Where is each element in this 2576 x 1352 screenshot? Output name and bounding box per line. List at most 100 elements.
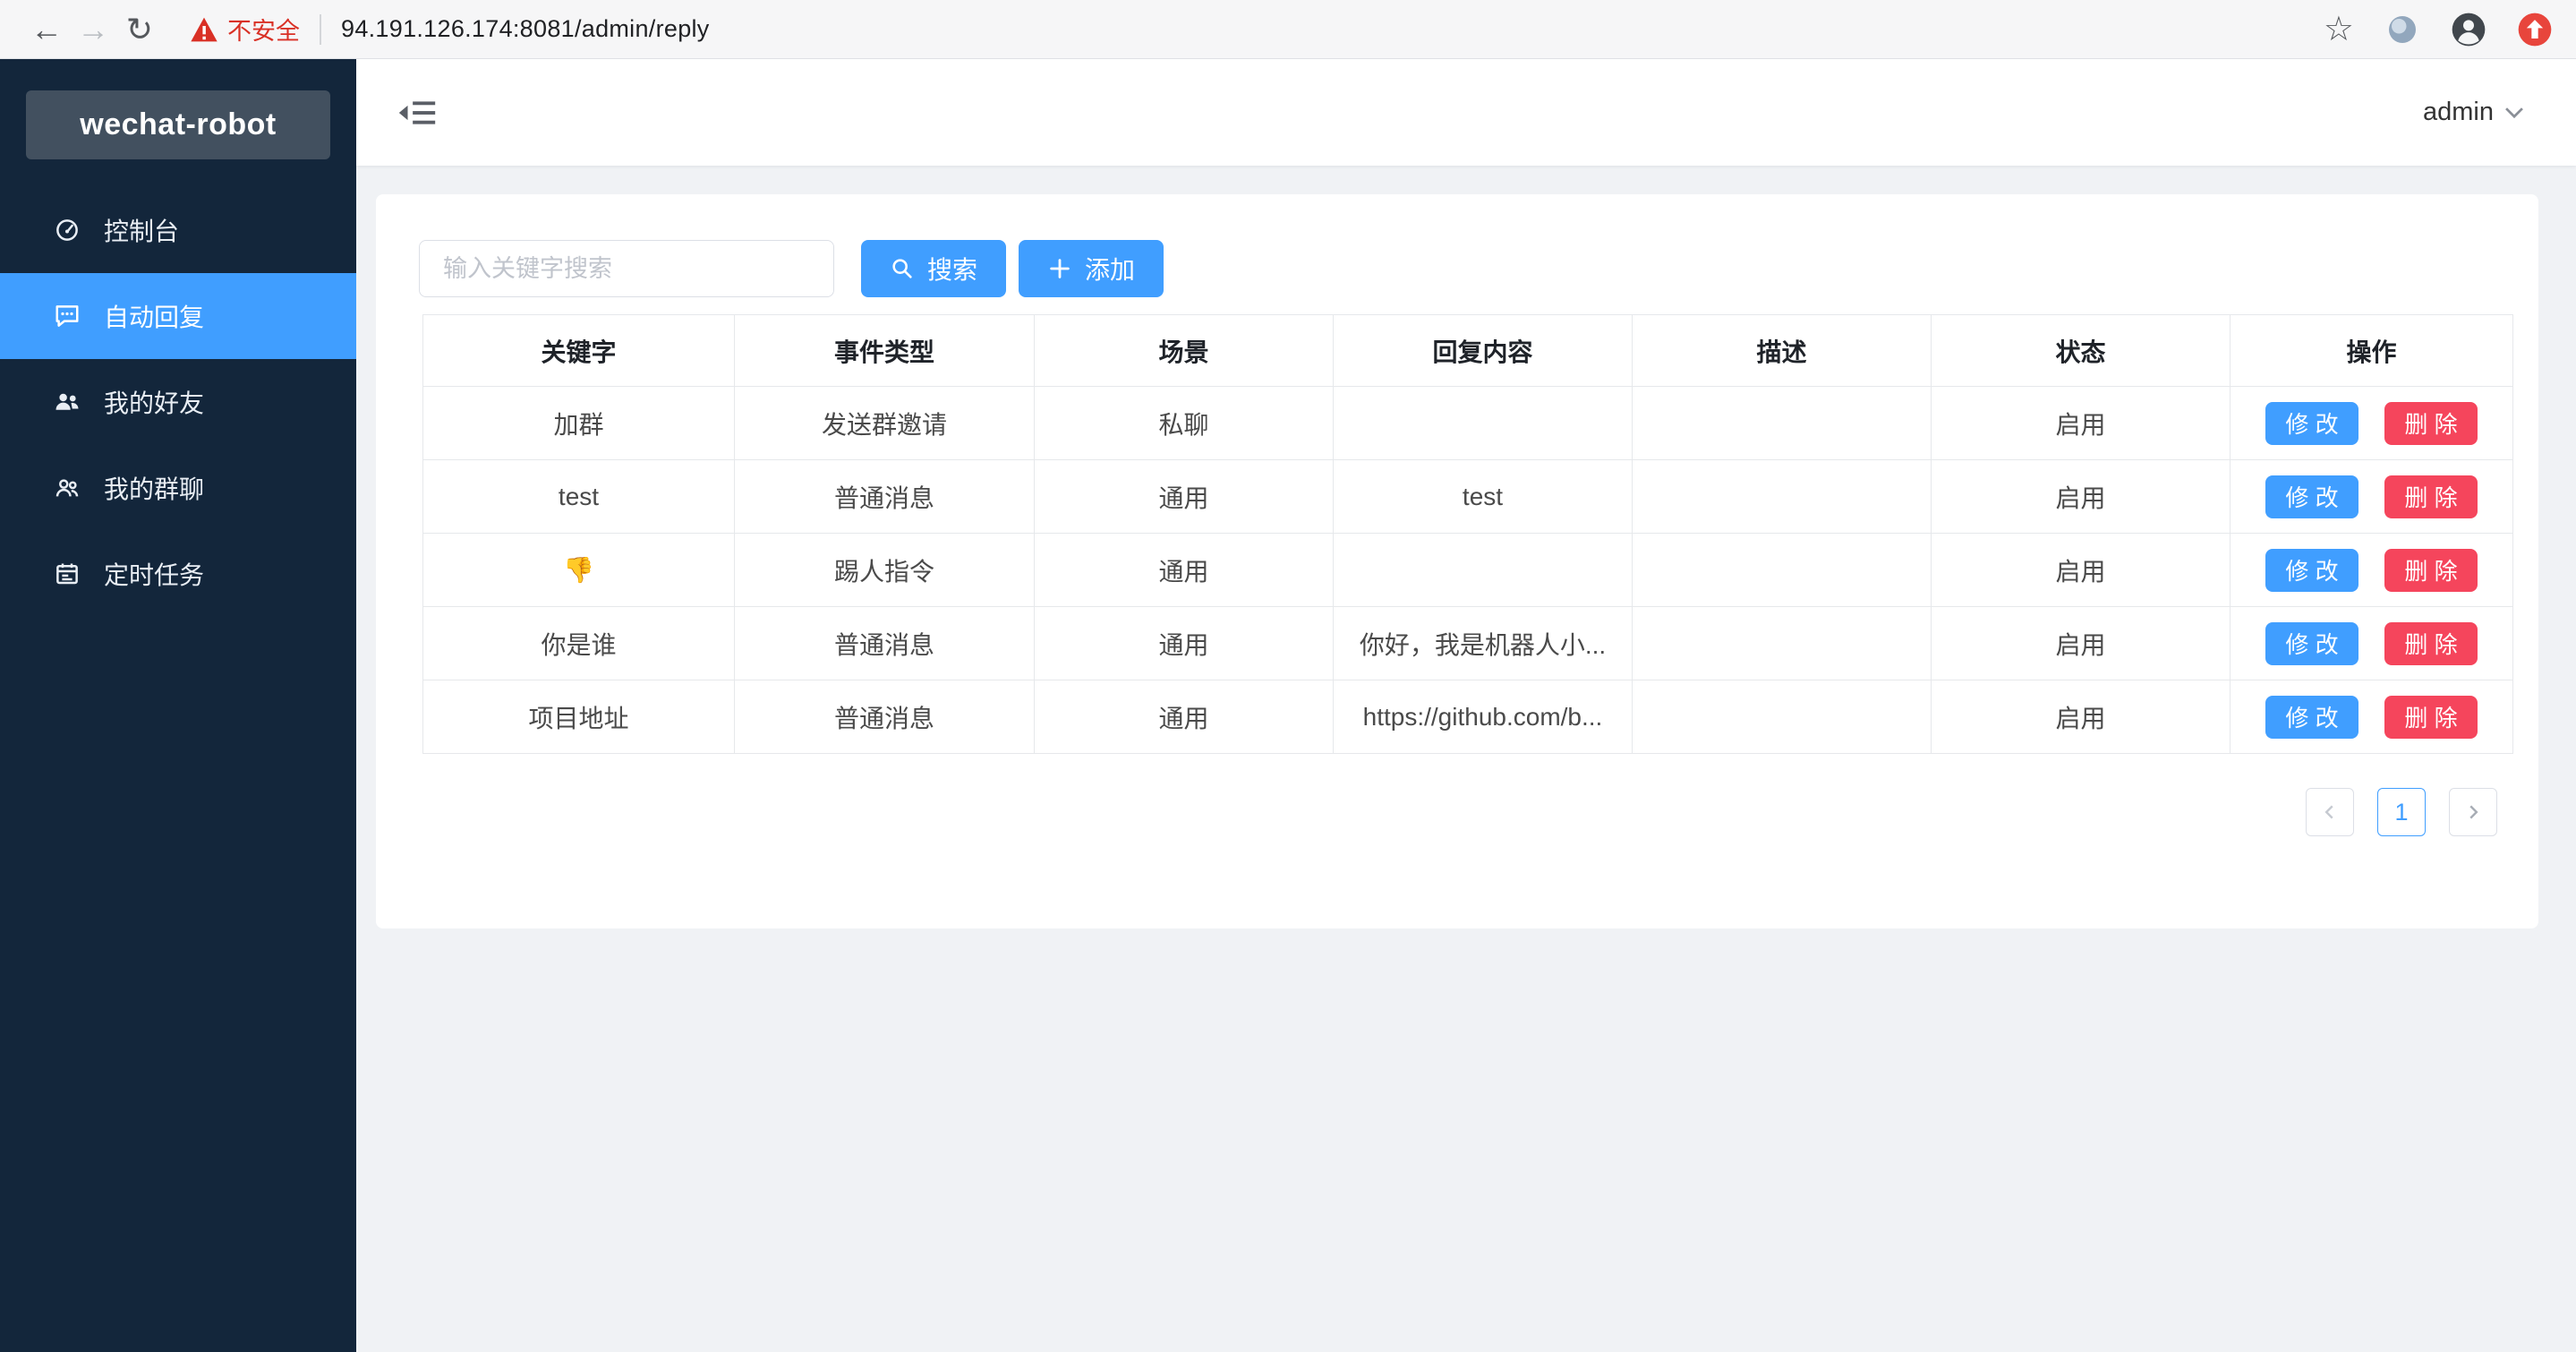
sidebar-item-dashboard[interactable]: 控制台 — [0, 187, 356, 273]
app-logo-text: wechat-robot — [80, 107, 276, 142]
cell-status: 启用 — [1932, 534, 2231, 607]
bookmark-star-icon[interactable]: ☆ — [2324, 13, 2354, 47]
cell-status: 启用 — [1932, 460, 2231, 534]
keyword-search-input[interactable] — [419, 240, 834, 297]
extension-icon[interactable] — [2384, 12, 2420, 47]
cell-keyword: test — [423, 460, 735, 534]
table-row: 👎 踢人指令 通用 启用 修 改 删 除 — [423, 534, 2513, 607]
column-header-keyword: 关键字 — [423, 315, 735, 387]
cell-reply: https://github.com/b... — [1334, 680, 1633, 754]
cell-event-type: 发送群邀请 — [735, 387, 1035, 460]
auto-reply-panel: 搜索 添加 关键字 事件类型 场景 回复内容 描述 状态 操作 — [376, 194, 2538, 928]
app-header: admin — [356, 59, 2576, 166]
cell-actions: 修 改 删 除 — [2231, 680, 2513, 754]
page-number-button[interactable]: 1 — [2377, 788, 2426, 836]
table-toolbar: 搜索 添加 — [376, 194, 2538, 297]
edit-button[interactable]: 修 改 — [2265, 475, 2358, 518]
edit-button[interactable]: 修 改 — [2265, 696, 2358, 739]
delete-button[interactable]: 删 除 — [2384, 475, 2477, 518]
browser-back-icon[interactable]: ← — [23, 6, 70, 53]
cell-event-type: 普通消息 — [735, 607, 1035, 680]
table-row: 你是谁 普通消息 通用 你好，我是机器人小... 启用 修 改 删 除 — [423, 607, 2513, 680]
add-button-label: 添加 — [1085, 251, 1135, 287]
sidebar-collapse-button[interactable] — [396, 91, 439, 134]
delete-button[interactable]: 删 除 — [2384, 402, 2477, 445]
cell-actions: 修 改 删 除 — [2231, 534, 2513, 607]
fold-menu-icon — [398, 97, 436, 129]
column-header-status: 状态 — [1932, 315, 2231, 387]
delete-button[interactable]: 删 除 — [2384, 549, 2477, 592]
cell-reply — [1334, 534, 1633, 607]
browser-update-glyph — [2517, 12, 2553, 47]
column-header-reply: 回复内容 — [1334, 315, 1633, 387]
cell-event-type: 普通消息 — [735, 460, 1035, 534]
sidebar-item-label: 自动回复 — [104, 298, 204, 334]
sidebar-item-scheduled-tasks[interactable]: 定时任务 — [0, 531, 356, 617]
cell-event-type: 踢人指令 — [735, 534, 1035, 607]
cell-actions: 修 改 删 除 — [2231, 607, 2513, 680]
search-icon — [890, 256, 915, 281]
cell-scene: 通用 — [1035, 607, 1334, 680]
edit-button[interactable]: 修 改 — [2265, 622, 2358, 665]
schedule-icon — [54, 560, 81, 587]
delete-button[interactable]: 删 除 — [2384, 696, 2477, 739]
friends-icon — [54, 389, 81, 415]
search-button[interactable]: 搜索 — [861, 240, 1006, 297]
user-name: admin — [2423, 98, 2494, 127]
sidebar-item-friends[interactable]: 我的好友 — [0, 359, 356, 445]
cell-reply — [1334, 387, 1633, 460]
cell-status: 启用 — [1932, 387, 2231, 460]
column-header-description: 描述 — [1633, 315, 1932, 387]
cell-scene: 私聊 — [1035, 387, 1334, 460]
cell-keyword: 加群 — [423, 387, 735, 460]
delete-button[interactable]: 删 除 — [2384, 622, 2477, 665]
cell-description — [1633, 607, 1932, 680]
plus-icon — [1047, 256, 1072, 281]
cell-scene: 通用 — [1035, 534, 1334, 607]
chevron-left-icon — [2320, 802, 2340, 822]
sidebar-item-auto-reply[interactable]: 自动回复 — [0, 273, 356, 359]
edit-button[interactable]: 修 改 — [2265, 549, 2358, 592]
address-bar-divider — [320, 14, 321, 45]
table-header-row: 关键字 事件类型 场景 回复内容 描述 状态 操作 — [423, 315, 2513, 387]
sidebar-item-label: 我的群聊 — [104, 470, 204, 506]
browser-reload-icon[interactable]: ↻ — [116, 6, 163, 53]
browser-forward-icon[interactable]: → — [70, 6, 116, 53]
column-header-actions: 操作 — [2231, 315, 2513, 387]
pagination: 1 — [376, 788, 2497, 836]
browser-right-controls: ☆ — [2324, 12, 2553, 47]
cell-description — [1633, 534, 1932, 607]
cell-event-type: 普通消息 — [735, 680, 1035, 754]
edit-button[interactable]: 修 改 — [2265, 402, 2358, 445]
chat-icon — [54, 303, 81, 329]
prev-page-button[interactable] — [2306, 788, 2354, 836]
security-warning-badge[interactable]: 不安全 — [190, 12, 300, 47]
profile-avatar-glyph — [2451, 12, 2486, 47]
profile-avatar-icon[interactable] — [2451, 12, 2486, 47]
column-header-scene: 场景 — [1035, 315, 1334, 387]
browser-toolbar: ← → ↻ 不安全 94.191.126.174:8081/admin/repl… — [0, 0, 2576, 59]
sidebar: wechat-robot 控制台 自动回复 — [0, 59, 356, 1352]
cell-scene: 通用 — [1035, 460, 1334, 534]
column-header-event-type: 事件类型 — [735, 315, 1035, 387]
add-button[interactable]: 添加 — [1019, 240, 1164, 297]
sidebar-item-label: 控制台 — [104, 212, 179, 248]
cell-status: 启用 — [1932, 680, 2231, 754]
cell-keyword: 项目地址 — [423, 680, 735, 754]
address-bar-url[interactable]: 94.191.126.174:8081/admin/reply — [341, 15, 710, 43]
security-warning-label: 不安全 — [227, 12, 300, 47]
cell-actions: 修 改 删 除 — [2231, 460, 2513, 534]
warning-triangle-icon — [190, 16, 218, 43]
table-row: test 普通消息 通用 test 启用 修 改 删 除 — [423, 460, 2513, 534]
sidebar-item-groups[interactable]: 我的群聊 — [0, 445, 356, 531]
cell-keyword: 👎 — [423, 534, 735, 607]
user-dropdown[interactable]: admin — [2423, 59, 2524, 166]
cell-description — [1633, 460, 1932, 534]
browser-update-icon[interactable] — [2517, 12, 2553, 47]
cell-scene: 通用 — [1035, 680, 1334, 754]
sidebar-item-label: 我的好友 — [104, 384, 204, 420]
app-logo: wechat-robot — [26, 90, 330, 159]
cell-reply: 你好，我是机器人小... — [1334, 607, 1633, 680]
sidebar-item-label: 定时任务 — [104, 556, 204, 592]
next-page-button[interactable] — [2449, 788, 2497, 836]
